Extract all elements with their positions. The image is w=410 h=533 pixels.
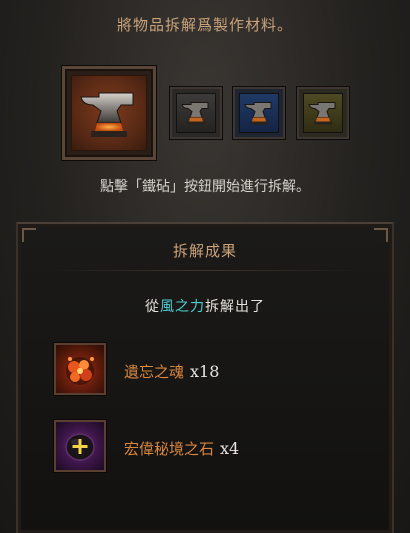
anvil-icon <box>308 102 336 125</box>
forgotten-soul-icon[interactable] <box>54 343 106 395</box>
salvage-results-panel: 拆解成果 從風之力拆解出了 遺忘之魂 x18 宏偉秘境之石 x4 <box>16 222 394 533</box>
item-quantity: x4 <box>220 439 240 458</box>
greater-rift-stone-icon[interactable] <box>54 420 106 472</box>
extracted-from-line: 從風之力拆解出了 <box>18 296 392 316</box>
result-item-label: 宏偉秘境之石 x4 <box>124 438 239 459</box>
extracted-prefix: 從 <box>145 299 160 315</box>
salvage-gold-button[interactable] <box>297 87 349 139</box>
header-instruction: 將物品拆解爲製作材料。 <box>116 16 293 34</box>
salvage-blue-button[interactable] <box>233 87 285 139</box>
salvage-gray-button[interactable] <box>170 87 222 139</box>
salvage-instruction: 點擊「鐵砧」按鈕開始進行拆解。 <box>100 179 310 195</box>
item-name: 宏偉秘境之石 <box>124 440 215 458</box>
result-item-label: 遺忘之魂 x18 <box>124 361 219 382</box>
item-name: 遺忘之魂 <box>124 363 185 381</box>
extracted-item-name[interactable]: 風之力 <box>160 299 205 315</box>
salvage-anvil-button[interactable] <box>62 66 156 160</box>
extracted-suffix: 拆解出了 <box>205 299 265 315</box>
item-quantity: x18 <box>190 362 220 381</box>
anvil-icon <box>181 102 209 125</box>
results-title: 拆解成果 <box>172 242 237 260</box>
divider <box>48 270 362 271</box>
anvil-icon <box>80 92 134 137</box>
anvil-icon <box>244 102 272 125</box>
